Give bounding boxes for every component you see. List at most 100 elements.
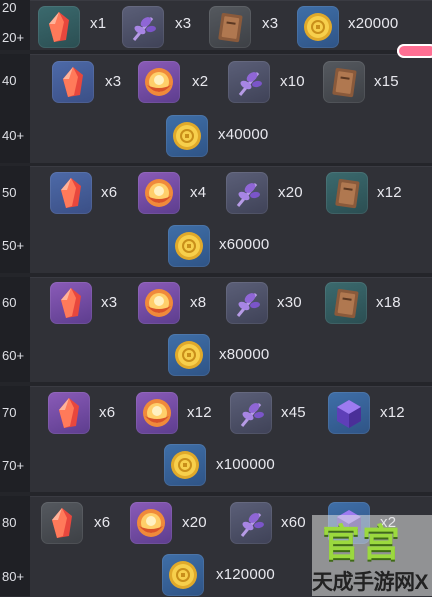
reward-item[interactable] [297, 6, 339, 48]
purple-herb-icon [226, 282, 268, 324]
purple-herb-icon [122, 6, 164, 48]
reward-item[interactable] [138, 172, 180, 214]
reward-quantity: x1 [90, 15, 107, 32]
level-label: 50 [2, 185, 17, 200]
book-icon [325, 282, 367, 324]
reward-item[interactable] [209, 6, 251, 48]
purple-herb-icon [230, 502, 272, 544]
reward-quantity: x100000 [216, 456, 275, 473]
flame-orb-icon [138, 61, 180, 103]
reward-quantity: x20 [182, 514, 207, 531]
flame-orb-icon [138, 282, 180, 324]
reward-item[interactable] [328, 392, 370, 434]
gold-coin-icon [297, 6, 339, 48]
reward-quantity: x120000 [216, 566, 275, 583]
reward-quantity: x45 [281, 404, 306, 421]
reward-item[interactable] [168, 225, 210, 267]
reward-item[interactable] [164, 444, 206, 486]
level-label: 40+ [2, 128, 25, 143]
purple-cube-icon [328, 392, 370, 434]
gold-coin-icon [162, 554, 204, 596]
red-crystal-icon [52, 61, 94, 103]
reward-quantity: x3 [101, 294, 118, 311]
red-crystal-icon [41, 502, 83, 544]
gold-coin-icon [168, 225, 210, 267]
reward-quantity: x18 [376, 294, 401, 311]
reward-quantity: x10 [280, 73, 305, 90]
reward-item[interactable] [136, 392, 178, 434]
reward-item[interactable] [166, 115, 208, 157]
reward-item[interactable] [230, 502, 272, 544]
reward-quantity: x12 [380, 404, 405, 421]
watermark-logo-text: 官宫 [322, 523, 403, 565]
reward-quantity: x6 [101, 184, 118, 201]
purple-herb-icon [226, 172, 268, 214]
purple-herb-icon [228, 61, 270, 103]
row-divider [0, 50, 432, 54]
reward-item[interactable] [52, 61, 94, 103]
red-crystal-icon [38, 6, 80, 48]
purple-herb-icon [230, 392, 272, 434]
book-icon [209, 6, 251, 48]
reward-item[interactable] [226, 282, 268, 324]
reward-quantity: x3 [175, 15, 192, 32]
level-label: 20 [2, 0, 17, 15]
reward-item[interactable] [138, 61, 180, 103]
level-label: 50+ [2, 238, 25, 253]
reward-quantity: x8 [190, 294, 207, 311]
level-label: 80+ [2, 569, 25, 584]
level-label: 70 [2, 405, 17, 420]
reward-item[interactable] [162, 554, 204, 596]
reward-quantity: x12 [377, 184, 402, 201]
red-crystal-icon [50, 282, 92, 324]
gold-coin-icon [166, 115, 208, 157]
reward-quantity: x60000 [219, 236, 270, 253]
reward-quantity: x40000 [218, 126, 269, 143]
reward-item[interactable] [48, 392, 90, 434]
level-label: 40 [2, 73, 17, 88]
reward-quantity: x4 [190, 184, 207, 201]
flame-orb-icon [130, 502, 172, 544]
row-divider [0, 273, 432, 277]
red-crystal-icon [50, 172, 92, 214]
book-icon [323, 61, 365, 103]
reward-item[interactable] [138, 282, 180, 324]
reward-item[interactable] [326, 172, 368, 214]
reward-item[interactable] [228, 61, 270, 103]
reward-quantity: x20 [278, 184, 303, 201]
flame-orb-icon [138, 172, 180, 214]
reward-quantity: x6 [94, 514, 111, 531]
gold-coin-icon [168, 334, 210, 376]
reward-item[interactable] [38, 6, 80, 48]
scroll-indicator[interactable] [397, 44, 432, 58]
reward-quantity: x30 [277, 294, 302, 311]
row-divider [0, 382, 432, 386]
reward-quantity: x3 [262, 15, 279, 32]
level-label: 20+ [2, 30, 25, 45]
reward-item[interactable] [122, 6, 164, 48]
level-label: 60+ [2, 348, 25, 363]
watermark-site-text: 天成手游网X [312, 571, 429, 594]
row-divider [0, 163, 432, 166]
reward-item[interactable] [50, 282, 92, 324]
reward-item[interactable] [226, 172, 268, 214]
level-label: 70+ [2, 458, 25, 473]
row-divider [0, 492, 432, 496]
reward-quantity: x6 [99, 404, 116, 421]
flame-orb-icon [136, 392, 178, 434]
reward-quantity: x20000 [348, 15, 399, 32]
reward-item[interactable] [323, 61, 365, 103]
reward-item[interactable] [230, 392, 272, 434]
reward-quantity: x80000 [219, 346, 270, 363]
reward-quantity: x60 [281, 514, 306, 531]
reward-item[interactable] [50, 172, 92, 214]
reward-item[interactable] [325, 282, 367, 324]
reward-item[interactable] [130, 502, 172, 544]
level-label: 80 [2, 515, 17, 530]
level-label: 60 [2, 295, 17, 310]
reward-quantity: x12 [187, 404, 212, 421]
reward-item[interactable] [41, 502, 83, 544]
reward-quantity: x15 [374, 73, 399, 90]
reward-quantity: x3 [105, 73, 122, 90]
reward-item[interactable] [168, 334, 210, 376]
